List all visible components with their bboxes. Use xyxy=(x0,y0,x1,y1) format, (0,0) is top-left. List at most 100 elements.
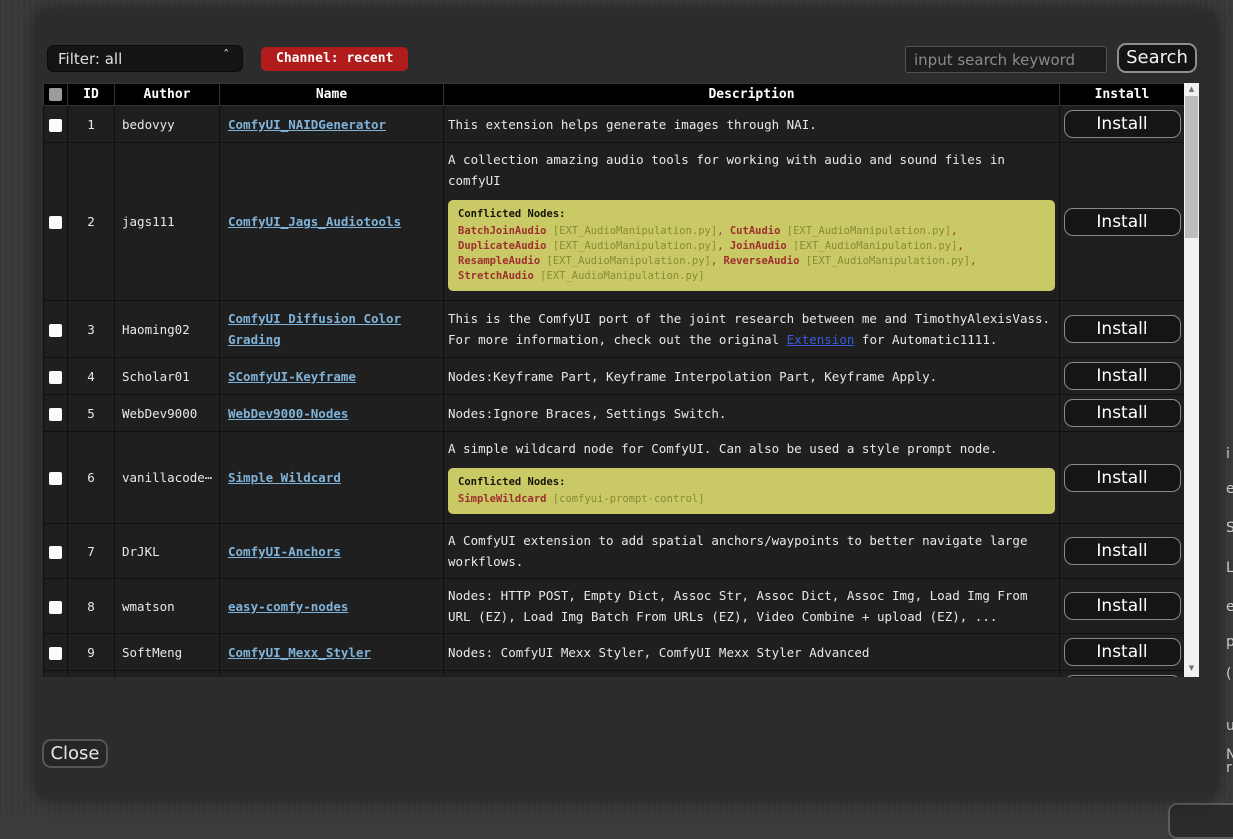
description-text: Nodes:Keyframe Part, Keyframe Interpolat… xyxy=(448,366,1057,387)
conflicted-nodes-box: Conflicted Nodes:SimpleWildcard [comfyui… xyxy=(448,468,1055,514)
background-peek-button xyxy=(1168,803,1233,839)
conflict-separator: , xyxy=(711,255,724,267)
background-edge-glyph: r xyxy=(1226,760,1232,776)
row-checkbox[interactable] xyxy=(49,546,62,559)
scrollbar-thumb[interactable] xyxy=(1185,96,1198,238)
conflict-node-name: CutAudio xyxy=(730,225,781,237)
extension-name-link[interactable]: ComfyUI_Mexx_Styler xyxy=(228,645,371,660)
row-author: vanillacode⋯ xyxy=(115,432,220,524)
row-name-cell: SComfyUI-Keyframe xyxy=(220,358,444,395)
row-checkbox-cell xyxy=(44,634,68,671)
conflict-node-name: ReverseAudio xyxy=(724,255,800,267)
extension-name-link[interactable]: Simple Wildcard xyxy=(228,470,341,485)
conflicted-nodes-title: Conflicted Nodes: xyxy=(458,207,1045,222)
search-input[interactable] xyxy=(905,46,1107,73)
table-scrollbar[interactable]: ▲ ▼ xyxy=(1184,83,1199,677)
extension-name-link[interactable]: easy-comfy-nodes xyxy=(228,599,348,614)
background-edge-glyph: ( xyxy=(1226,666,1231,682)
row-checkbox[interactable] xyxy=(49,647,62,660)
install-button[interactable]: Install xyxy=(1064,399,1181,427)
background-edge-glyph: i xyxy=(1226,446,1230,462)
table-row: 10zcfrank1stComfyUI Yolov8Nodes: Yolov8D… xyxy=(44,671,1185,678)
row-checkbox[interactable] xyxy=(49,119,62,132)
row-checkbox[interactable] xyxy=(49,324,62,337)
row-checkbox-cell xyxy=(44,358,68,395)
background-edge-glyph: e xyxy=(1226,481,1233,497)
install-button[interactable]: Install xyxy=(1064,315,1181,343)
row-checkbox[interactable] xyxy=(49,408,62,421)
extension-name-link[interactable]: ComfyUI Diffusion Color Grading xyxy=(228,311,401,347)
conflict-node-name: ResampleAudio xyxy=(458,255,540,267)
row-author: Haoming02 xyxy=(115,301,220,358)
row-description: A ComfyUI extension to add spatial ancho… xyxy=(444,524,1060,579)
extension-name-link[interactable]: WebDev9000-Nodes xyxy=(228,406,348,421)
table-row: 8wmatsoneasy-comfy-nodesNodes: HTTP POST… xyxy=(44,579,1185,634)
table-row: 9SoftMengComfyUI_Mexx_StylerNodes: Comfy… xyxy=(44,634,1185,671)
row-install-cell: Install xyxy=(1060,579,1185,634)
row-checkbox[interactable] xyxy=(49,216,62,229)
install-button[interactable]: Install xyxy=(1064,537,1181,565)
row-description: A simple wildcard node for ComfyUI. Can … xyxy=(444,432,1060,524)
row-checkbox[interactable] xyxy=(49,472,62,485)
conflict-separator: , xyxy=(951,225,957,237)
conflict-node-ref: [EXT_AudioManipulation.py] xyxy=(540,255,711,267)
header-description: Description xyxy=(444,84,1060,106)
conflict-node-ref: [EXT_AudioManipulation.py] xyxy=(780,225,951,237)
install-button[interactable]: Install xyxy=(1064,362,1181,390)
background-edge-glyph: u xyxy=(1226,718,1233,734)
table-row: 1bedovyyComfyUI_NAIDGeneratorThis extens… xyxy=(44,106,1185,143)
row-name-cell: ComfyUI Diffusion Color Grading xyxy=(220,301,444,358)
row-name-cell: WebDev9000-Nodes xyxy=(220,395,444,432)
conflict-node-ref: [EXT_AudioManipulation.py] xyxy=(799,255,970,267)
table-row: 6vanillacode⋯ Simple Wildcard A simple wil… xyxy=(44,432,1185,524)
close-button[interactable]: Close xyxy=(42,739,108,768)
description-text: Nodes: ComfyUI Mexx Styler, ComfyUI Mexx… xyxy=(448,642,1057,663)
extension-name-link[interactable]: ComfyUI-Anchors xyxy=(228,544,341,559)
row-install-cell: Install xyxy=(1060,671,1185,678)
filter-select[interactable]: Filter: all xyxy=(47,45,243,72)
conflict-node-ref: [EXT_AudioManipulation.py] xyxy=(787,240,958,252)
row-checkbox[interactable] xyxy=(49,371,62,384)
extension-name-link[interactable]: ComfyUI_Jags_Audiotools xyxy=(228,214,401,229)
conflict-node-ref: [EXT_AudioManipulation.py] xyxy=(547,240,718,252)
row-author: WebDev9000 xyxy=(115,395,220,432)
search-button[interactable]: Search xyxy=(1117,43,1197,73)
row-description: Nodes: Yolov8Detection, Yolov8Segmentati… xyxy=(444,671,1060,678)
header-id: ID xyxy=(68,84,115,106)
install-button[interactable]: Install xyxy=(1064,675,1181,677)
row-name-cell: easy-comfy-nodes xyxy=(220,579,444,634)
background-edge-glyph: S xyxy=(1226,520,1233,536)
row-author: jags111 xyxy=(115,143,220,301)
extension-name-link[interactable]: SComfyUI-Keyframe xyxy=(228,369,356,384)
description-text: A collection amazing audio tools for wor… xyxy=(448,149,1057,191)
row-id: 5 xyxy=(68,395,115,432)
extension-name-link[interactable]: ComfyUI_NAIDGenerator xyxy=(228,117,386,132)
install-button[interactable]: Install xyxy=(1064,208,1181,236)
conflict-node-name: SimpleWildcard xyxy=(458,493,547,505)
conflicted-nodes-box: Conflicted Nodes: BatchJoinAudio [EXT_Aud… xyxy=(448,200,1055,291)
conflicted-nodes-title: Conflicted Nodes: xyxy=(458,475,1045,490)
install-button[interactable]: Install xyxy=(1064,110,1181,138)
row-checkbox[interactable] xyxy=(49,601,62,614)
row-install-cell: Install xyxy=(1060,634,1185,671)
row-checkbox-cell xyxy=(44,579,68,634)
row-id: 9 xyxy=(68,634,115,671)
select-all-checkbox[interactable] xyxy=(49,88,62,101)
row-id: 6 xyxy=(68,432,115,524)
row-description: Nodes:Ignore Braces, Settings Switch. xyxy=(444,395,1060,432)
row-author: Scholar01 xyxy=(115,358,220,395)
conflict-node-name: BatchJoinAudio xyxy=(458,225,547,237)
row-description: Nodes: HTTP POST, Empty Dict, Assoc Str,… xyxy=(444,579,1060,634)
row-checkbox-cell xyxy=(44,671,68,678)
description-text: A ComfyUI extension to add spatial ancho… xyxy=(448,530,1057,572)
install-button[interactable]: Install xyxy=(1064,592,1181,620)
scroll-up-arrow-icon[interactable]: ▲ xyxy=(1184,83,1199,96)
row-id: 3 xyxy=(68,301,115,358)
row-author: bedovyy xyxy=(115,106,220,143)
install-button[interactable]: Install xyxy=(1064,638,1181,666)
extensions-table-area: ID Author Name Description Install 1bedo… xyxy=(43,83,1199,677)
scroll-down-arrow-icon[interactable]: ▼ xyxy=(1184,662,1199,675)
install-button[interactable]: Install xyxy=(1064,464,1181,492)
row-checkbox-cell xyxy=(44,301,68,358)
inline-extension-link[interactable]: Extension xyxy=(787,332,855,347)
